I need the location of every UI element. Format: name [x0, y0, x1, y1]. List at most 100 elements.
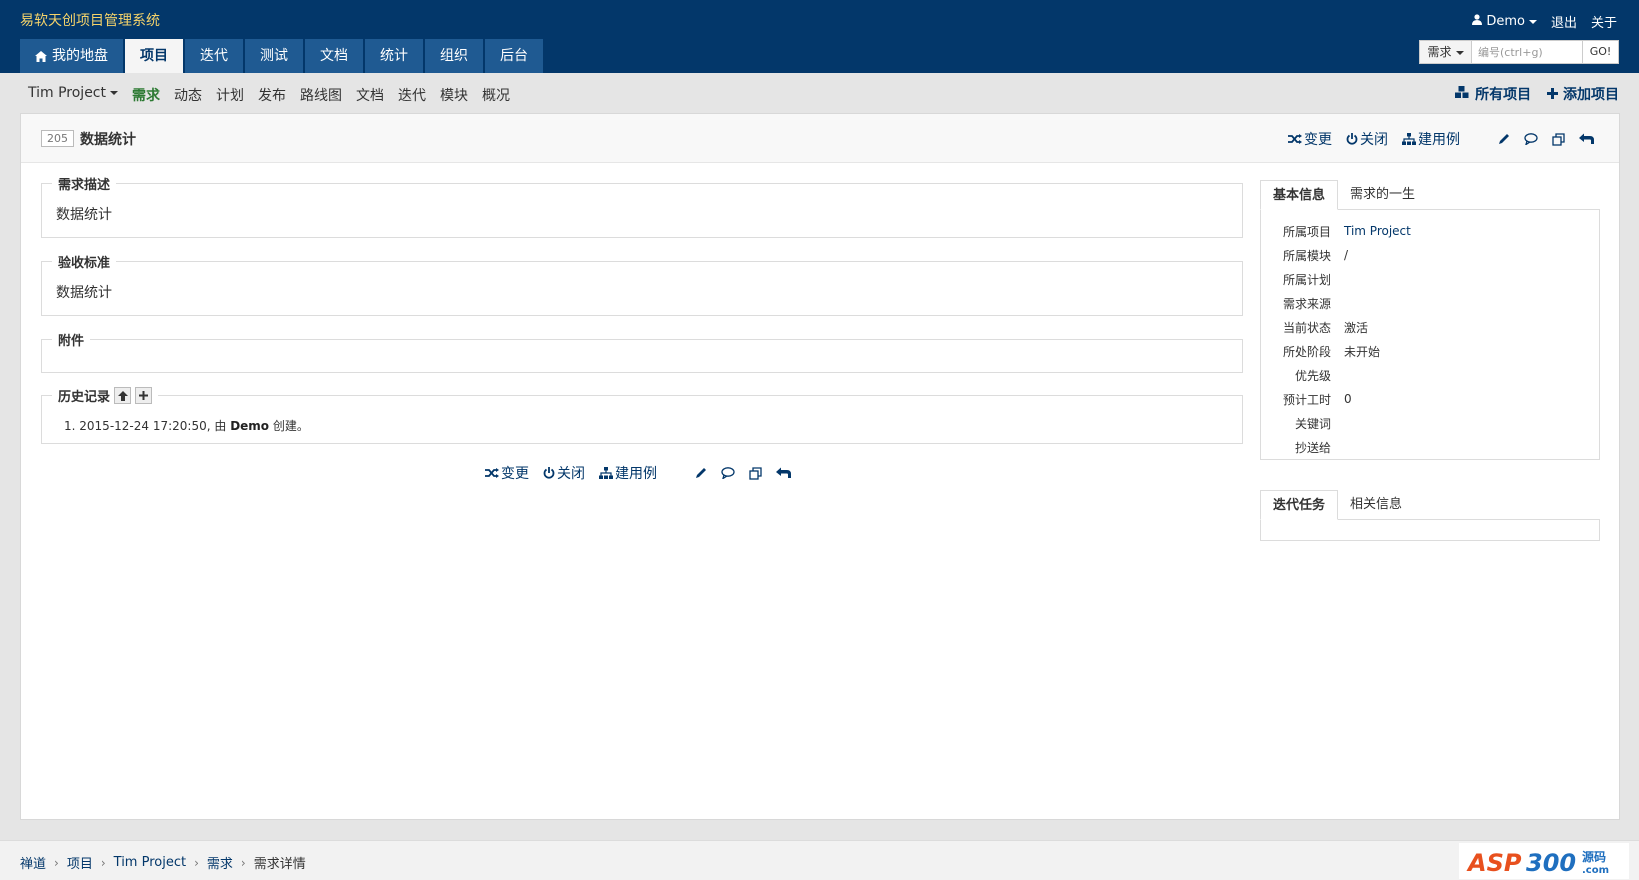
tab-basic-info[interactable]: 基本信息 — [1260, 180, 1339, 210]
comment-button-bottom[interactable] — [721, 467, 735, 479]
related-card: 迭代任务 相关信息 — [1260, 490, 1600, 541]
pencil-icon — [696, 468, 706, 478]
info-value: / — [1344, 248, 1349, 262]
arrow-up-icon — [117, 390, 128, 401]
info-row-priority: 优先级 — [1261, 363, 1599, 387]
info-row-keywords: 关键词 — [1261, 411, 1599, 435]
build-case-button-bottom[interactable]: 建用例 — [599, 463, 657, 483]
close-button-bottom[interactable]: 关闭 — [543, 463, 585, 483]
tab-my-label: 我的地盘 — [52, 48, 108, 64]
attachments-legend: 附件 — [52, 330, 91, 349]
related-body — [1260, 520, 1600, 541]
info-key: 关键词 — [1294, 416, 1331, 431]
tab-project[interactable]: 项目 — [125, 39, 183, 73]
all-projects-link[interactable]: 所有项目 — [1454, 84, 1531, 104]
subnav-item-plan[interactable]: 计划 — [216, 85, 244, 105]
svg-text:300: 300 — [1526, 849, 1576, 877]
tab-company[interactable]: 组织 — [425, 39, 483, 73]
page-title: 数据统计 — [80, 132, 136, 148]
back-icon — [776, 467, 791, 478]
tab-story-lifecycle[interactable]: 需求的一生 — [1338, 180, 1427, 209]
search-type-select[interactable]: 需求 — [1420, 41, 1472, 63]
search-input[interactable] — [1472, 41, 1582, 63]
breadcrumb-arrow-icon: › — [194, 855, 199, 870]
all-projects-label: 所有项目 — [1475, 87, 1532, 103]
subnav-menu: Tim Project 需求 动态 计划 发布 路线图 文档 迭代 模块 概况 — [28, 85, 510, 105]
main-nav: 我的地盘 项目 迭代 测试 文档 统计 组织 后台 — [20, 39, 543, 73]
story-panel: 205 数据统计 变更 关闭 建用例 需求描述 数据统计 验收标准 数据统计 附… — [20, 113, 1620, 820]
info-key: 优先级 — [1294, 368, 1331, 383]
subnav-actions: 所有项目 添加项目 — [1454, 84, 1619, 104]
related-tabs: 迭代任务 相关信息 — [1260, 490, 1600, 520]
close-button[interactable]: 关闭 — [1346, 129, 1388, 149]
description-legend: 需求描述 — [52, 174, 117, 193]
history-sort-button[interactable] — [114, 387, 132, 404]
tab-iteration-tasks[interactable]: 迭代任务 — [1260, 490, 1339, 520]
svg-text:ASP: ASP — [1466, 849, 1522, 877]
breadcrumb-item[interactable]: 禅道 — [20, 853, 46, 872]
tab-doc[interactable]: 文档 — [305, 39, 363, 73]
svg-text:.com: .com — [1582, 865, 1609, 876]
subnav-item-roadmap[interactable]: 路线图 — [300, 85, 342, 105]
home-icon — [35, 50, 47, 62]
info-value: 0 — [1344, 392, 1352, 406]
tab-related-info[interactable]: 相关信息 — [1338, 490, 1414, 519]
copy-button[interactable] — [1552, 132, 1565, 146]
comment-button[interactable] — [1524, 133, 1538, 145]
breadcrumb-item[interactable]: 项目 — [67, 853, 93, 872]
project-switcher[interactable]: Tim Project — [28, 85, 118, 105]
cubes-icon — [1455, 86, 1469, 98]
history-expand-button[interactable] — [135, 387, 153, 404]
build-case-button[interactable]: 建用例 — [1402, 129, 1460, 149]
logout-link[interactable]: 退出 — [1551, 12, 1577, 31]
tab-admin[interactable]: 后台 — [485, 39, 543, 73]
edit-button-bottom[interactable] — [695, 467, 707, 479]
power-icon — [1346, 133, 1358, 145]
top-navbar: 易软天创项目管理系统 Demo 退出 关于 我的地盘 项目 迭代 测试 文档 统… — [0, 0, 1639, 73]
subnav-item-dynamic[interactable]: 动态 — [174, 85, 202, 105]
plus-icon — [139, 391, 149, 400]
pencil-icon — [1499, 134, 1509, 144]
project-link[interactable]: Tim Project — [1344, 224, 1411, 238]
subnav-item-release[interactable]: 发布 — [258, 85, 286, 105]
breadcrumb-item[interactable]: 需求 — [207, 853, 233, 872]
back-button[interactable] — [1579, 133, 1594, 145]
search-go-button[interactable]: GO! — [1582, 41, 1618, 63]
watermark-logo: ASP 300 源码 .com — [1459, 843, 1629, 879]
info-row-project: 所属项目 Tim Project — [1261, 219, 1599, 243]
panel-header: 205 数据统计 变更 关闭 建用例 — [21, 114, 1619, 163]
search-type-label: 需求 — [1427, 45, 1452, 59]
back-button-bottom[interactable] — [776, 467, 791, 479]
breadcrumb-arrow-icon: › — [100, 855, 106, 870]
change-label: 变更 — [501, 466, 529, 482]
subnav-item-story[interactable]: 需求 — [132, 85, 160, 105]
attachments-section: 附件 — [41, 330, 1243, 373]
subnav-item-doc[interactable]: 文档 — [356, 85, 384, 105]
subnav-item-module[interactable]: 模块 — [440, 85, 468, 105]
chevron-down-icon — [1528, 19, 1537, 24]
breadcrumb: 禅道 › 项目 › Tim Project › 需求 › 需求详情 — [20, 853, 306, 872]
tab-iteration[interactable]: 迭代 — [185, 39, 243, 73]
info-row-module: 所属模块 / — [1261, 243, 1599, 267]
subnav-item-overview[interactable]: 概况 — [482, 85, 510, 105]
tab-report[interactable]: 统计 — [365, 39, 423, 73]
info-row-mailto: 抄送给 — [1261, 435, 1599, 459]
user-menu[interactable]: Demo — [1472, 14, 1537, 29]
about-link[interactable]: 关于 — [1591, 12, 1617, 31]
copy-button-bottom[interactable] — [749, 466, 762, 480]
svg-text:源码: 源码 — [1582, 849, 1606, 864]
edit-button[interactable] — [1498, 133, 1510, 145]
breadcrumb-item[interactable]: Tim Project — [114, 855, 186, 870]
bottom-actions: 变更 关闭 建用例 — [485, 463, 791, 483]
tab-my[interactable]: 我的地盘 — [20, 39, 123, 73]
acceptance-content: 数据统计 — [56, 285, 112, 301]
app-title[interactable]: 易软天创项目管理系统 — [20, 10, 160, 30]
breadcrumb-arrow-icon: › — [54, 855, 59, 870]
tab-test[interactable]: 测试 — [245, 39, 303, 73]
add-project-link[interactable]: 添加项目 — [1547, 84, 1619, 104]
subnav-item-iteration[interactable]: 迭代 — [398, 85, 426, 105]
change-button-bottom[interactable]: 变更 — [485, 463, 529, 483]
basic-info-tabs: 基本信息 需求的一生 — [1260, 180, 1600, 210]
history-entry-action: 创建。 — [269, 419, 309, 433]
change-button[interactable]: 变更 — [1288, 129, 1332, 149]
